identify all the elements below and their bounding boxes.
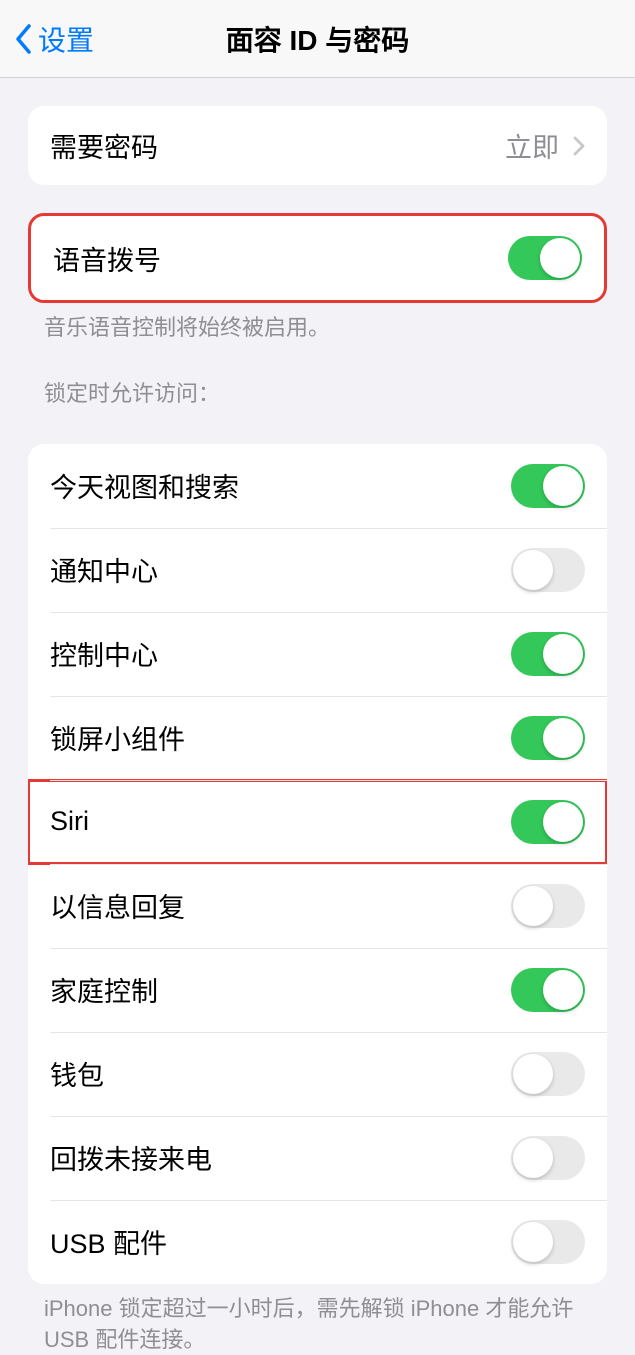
voice-dial-label: 语音拨号 [53, 239, 161, 278]
lock-item-toggle[interactable] [511, 548, 585, 592]
lock-item-label: 今天视图和搜索 [50, 466, 239, 505]
lock-item-label: 控制中心 [50, 634, 158, 673]
lock-item-toggle[interactable] [511, 800, 585, 844]
lock-item-row: 钱包 [28, 1032, 607, 1116]
lock-item-toggle[interactable] [511, 1136, 585, 1180]
require-passcode-value: 立即 [505, 126, 559, 165]
lock-item-label: Siri [50, 806, 89, 837]
lock-item-toggle[interactable] [511, 716, 585, 760]
chevron-right-icon [573, 136, 585, 156]
back-button[interactable]: 设置 [0, 19, 94, 59]
lock-item-row: 以信息回复 [28, 864, 607, 948]
lock-item-label: 通知中心 [50, 550, 158, 589]
voice-dial-footer: 音乐语音控制将始终被启用。 [0, 303, 635, 344]
lock-item-label: 以信息回复 [50, 886, 185, 925]
lock-item-row: USB 配件 [28, 1200, 607, 1284]
lock-item-row: 锁屏小组件 [28, 696, 607, 780]
voice-dial-toggle[interactable] [508, 236, 582, 280]
lock-item-row: 通知中心 [28, 528, 607, 612]
lock-item-label: 回拨未接来电 [50, 1138, 212, 1177]
lock-item-toggle[interactable] [511, 1220, 585, 1264]
require-passcode-label: 需要密码 [50, 126, 158, 165]
lock-item-row: 家庭控制 [28, 948, 607, 1032]
back-label: 设置 [38, 19, 94, 59]
page-title: 面容 ID 与密码 [226, 19, 410, 59]
lock-item-toggle[interactable] [511, 464, 585, 508]
lock-access-group: 今天视图和搜索通知中心控制中心锁屏小组件 Siri 以信息回复家庭控制钱包回拨未接来… [28, 444, 607, 1284]
lock-item-toggle[interactable] [511, 884, 585, 928]
voice-dial-row: 语音拨号 [31, 216, 604, 300]
lock-access-footer: iPhone 锁定超过一小时后，需先解锁 iPhone 才能允许 USB 配件连… [0, 1284, 635, 1355]
lock-item-label: 锁屏小组件 [50, 718, 185, 757]
lock-item-row: 控制中心 [28, 612, 607, 696]
lock-item-toggle[interactable] [511, 968, 585, 1012]
voice-dial-group: 语音拨号 [28, 213, 607, 303]
lock-item-row: 今天视图和搜索 [28, 444, 607, 528]
lock-item-row: 回拨未接来电 [28, 1116, 607, 1200]
lock-item-toggle[interactable] [511, 632, 585, 676]
lock-item-label: 家庭控制 [50, 970, 158, 1009]
lock-access-header: 锁定时允许访问： [0, 344, 635, 416]
require-passcode-row[interactable]: 需要密码 立即 [28, 106, 607, 185]
lock-item-label: USB 配件 [50, 1222, 167, 1261]
require-passcode-group: 需要密码 立即 [28, 106, 607, 185]
lock-item-toggle[interactable] [511, 1052, 585, 1096]
lock-item-label: 钱包 [50, 1054, 104, 1093]
lock-item-row: Siri [28, 780, 607, 864]
chevron-left-icon [14, 24, 32, 54]
navbar: 设置 面容 ID 与密码 [0, 0, 635, 78]
